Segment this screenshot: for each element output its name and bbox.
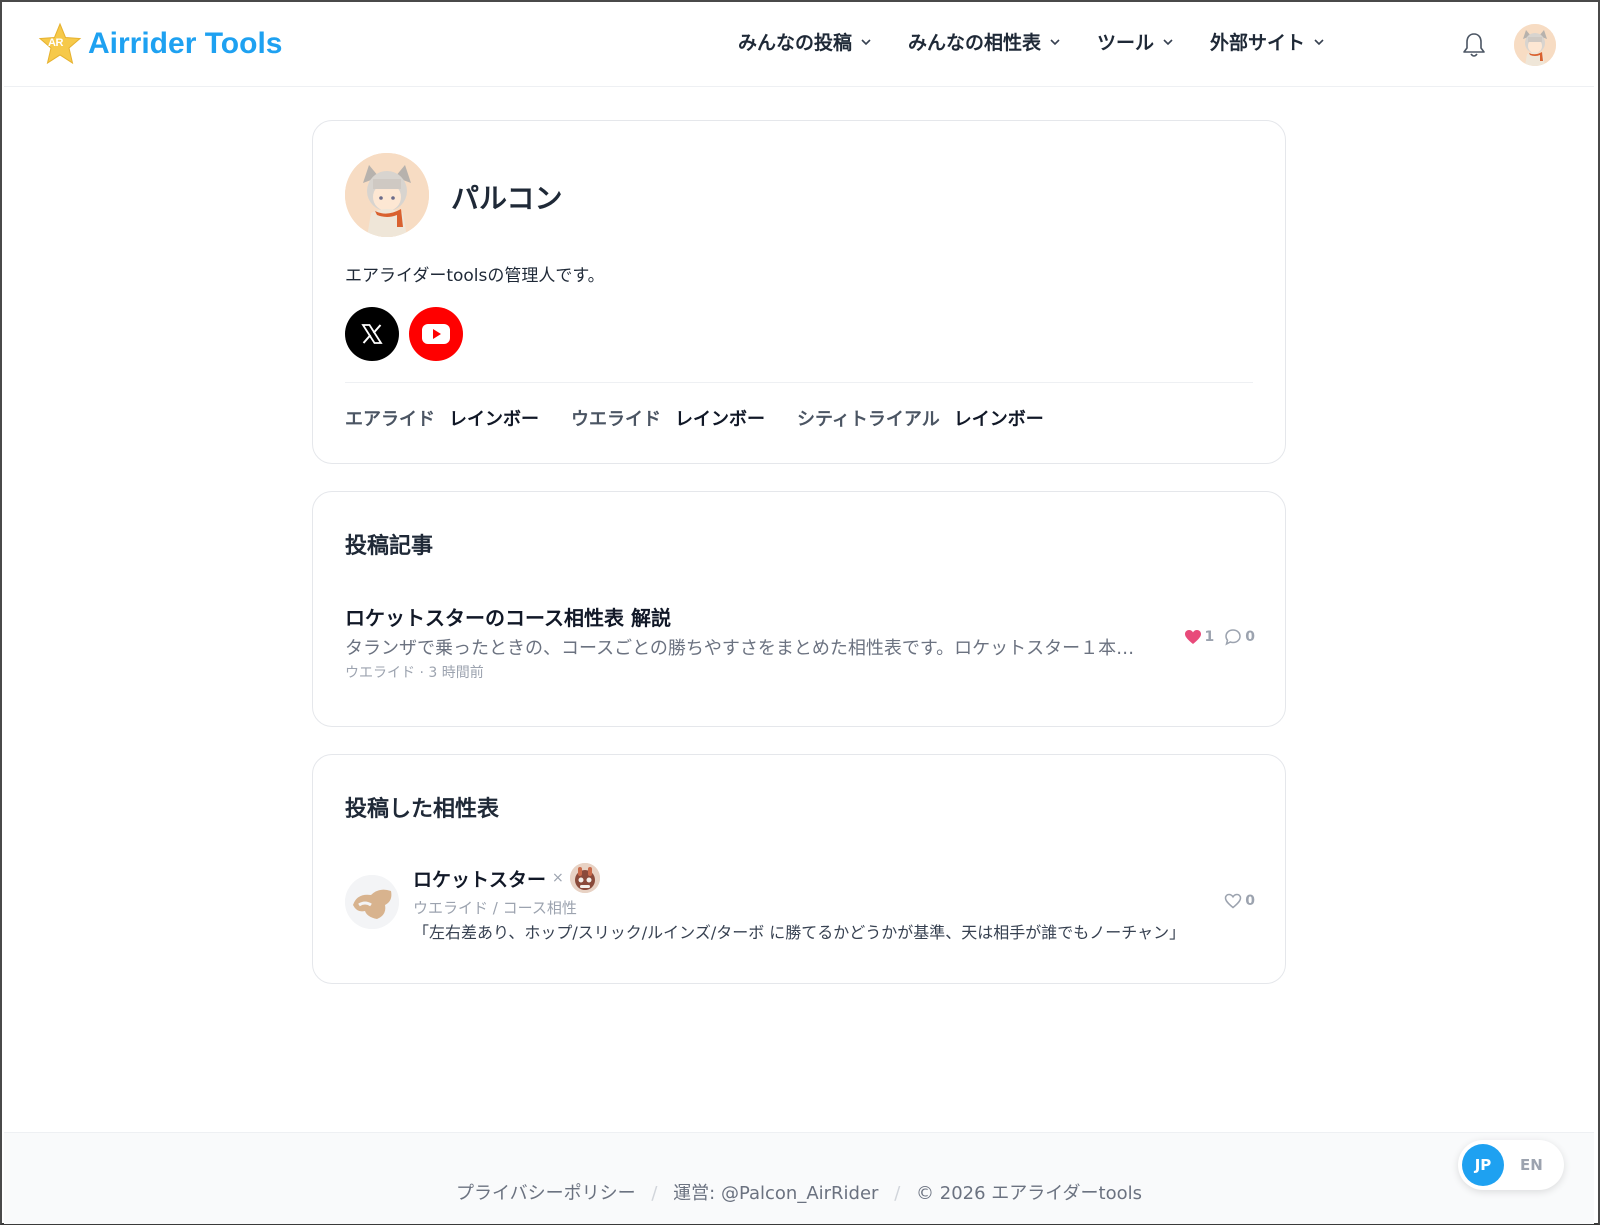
star-logo-icon: AR	[38, 22, 82, 66]
privacy-policy-link[interactable]: プライバシーポリシー	[456, 1183, 636, 1204]
post-excerpt: タランザで乗ったときの、コースごとの勝ちやすさをまとめた相性表です。ロケットスタ…	[345, 638, 1135, 659]
footer-links: プライバシーポリシー / 運営: @Palcon_AirRider / © 20…	[4, 1179, 1594, 1205]
operator-link[interactable]: 運営: @Palcon_AirRider	[673, 1183, 878, 1204]
versus-separator: ×	[552, 870, 564, 886]
logo-text: Airrider Tools	[88, 27, 283, 60]
like-count[interactable]: 0	[1224, 893, 1255, 909]
rank-value: レインボー	[953, 409, 1044, 430]
chevron-down-icon	[1163, 38, 1173, 45]
tierlist-name: ロケットスター	[413, 868, 547, 891]
copyright-text: © 2026 エアライダーtools	[916, 1183, 1143, 1204]
heart-filled-icon	[1184, 630, 1201, 644]
site-header: AR Airrider Tools みんなの投稿 みんなの相性表 ツール 外部サ…	[4, 2, 1594, 87]
post-item[interactable]: ロケットスターのコース相性表 解説 タランザで乗ったときの、コースごとの勝ちやす…	[345, 602, 1255, 682]
post-stats: 1 0	[1174, 628, 1255, 646]
heart-outline-icon	[1224, 893, 1242, 909]
nav-label: みんなの投稿	[738, 32, 853, 54]
user-avatar[interactable]	[1514, 24, 1556, 66]
lang-jp-button[interactable]: JP	[1462, 1144, 1504, 1186]
posts-card: 投稿記事 ロケットスターのコース相性表 解説 タランザで乗ったときの、コースごと…	[312, 491, 1286, 727]
language-switcher: JP EN	[1458, 1140, 1564, 1190]
lang-en-button[interactable]: EN	[1520, 1156, 1543, 1174]
rank-list: エアライド レインボー ウエライド レインボー シティトライアル レインボー	[345, 405, 1076, 431]
nav-label: ツール	[1097, 32, 1155, 54]
section-title: 投稿した相性表	[345, 797, 500, 822]
profile-name: パルコン	[451, 182, 563, 215]
youtube-social-button[interactable]	[409, 307, 463, 361]
x-social-button[interactable]	[345, 307, 399, 361]
machine-thumbnail	[345, 875, 399, 929]
like-count[interactable]: 1	[1184, 629, 1215, 645]
section-title: 投稿記事	[345, 534, 434, 559]
rank-value: レインボー	[675, 409, 765, 430]
like-number: 0	[1245, 893, 1255, 909]
tierlist-item[interactable]: ロケットスター × ウエライド / コース相性 「左右差あり、ホップ/スリック/…	[345, 863, 1255, 949]
profile-avatar	[345, 153, 429, 237]
site-logo[interactable]: AR Airrider Tools	[38, 22, 282, 66]
rank-weride: ウエライド レインボー	[571, 405, 765, 431]
site-footer: プライバシーポリシー / 運営: @Palcon_AirRider / © 20…	[4, 1132, 1594, 1224]
nav-everyone-tierlists[interactable]: みんなの相性表	[908, 28, 1061, 55]
rank-airride: エアライド レインボー	[345, 405, 539, 431]
rank-value: レインボー	[449, 409, 539, 430]
nav-external-sites[interactable]: 外部サイト	[1210, 28, 1325, 55]
tierlists-card: 投稿した相性表 ロケットスター × ウエライド / コース相性 「左右差あり、ホ…	[312, 754, 1286, 984]
tierlist-category: ウエライド / コース相性	[413, 899, 577, 917]
chevron-down-icon	[1314, 38, 1324, 45]
footer-separator: /	[651, 1183, 658, 1204]
footer-separator: /	[894, 1183, 901, 1204]
rider-icon	[569, 863, 600, 893]
profile-card: パルコン エアライダーtoolsの管理人です。 エアライド レインボー ウエライ…	[312, 120, 1286, 464]
notification-bell-icon[interactable]	[1460, 30, 1488, 60]
like-number: 1	[1204, 629, 1215, 645]
nav-label: みんなの相性表	[908, 32, 1042, 54]
tierlist-heading: ロケットスター ×	[413, 863, 600, 893]
chevron-down-icon	[1050, 38, 1060, 45]
logo-badge-text: AR	[48, 37, 63, 49]
comment-count[interactable]: 0	[1224, 628, 1255, 646]
avatar-illustration	[345, 153, 429, 237]
main-nav: みんなの投稿 みんなの相性表 ツール 外部サイト	[738, 28, 1361, 55]
tierlist-description: 「左右差あり、ホップ/スリック/ルインズ/ターボ に勝てるかどうかが基準、天は相…	[413, 923, 1186, 942]
x-logo-icon	[361, 324, 383, 344]
taranza-icon	[569, 863, 600, 893]
profile-bio: エアライダーtoolsの管理人です。	[345, 266, 605, 286]
youtube-logo-icon	[422, 324, 450, 344]
chevron-down-icon	[861, 38, 871, 45]
rank-label: エアライド	[345, 409, 435, 430]
comment-number: 0	[1245, 629, 1255, 645]
post-title: ロケットスターのコース相性表 解説	[345, 606, 671, 630]
rocket-star-icon	[345, 875, 399, 929]
nav-label: 外部サイト	[1210, 32, 1306, 54]
divider	[345, 382, 1253, 383]
comment-icon	[1225, 629, 1242, 646]
rank-label: ウエライド	[571, 409, 661, 430]
avatar-illustration	[1514, 24, 1556, 66]
rank-label: シティトライアル	[797, 409, 940, 430]
nav-tools[interactable]: ツール	[1097, 28, 1174, 55]
rank-city-trial: シティトライアル レインボー	[797, 405, 1044, 431]
nav-everyone-posts[interactable]: みんなの投稿	[738, 28, 872, 55]
post-meta: ウエライド · 3 時間前	[345, 665, 484, 681]
